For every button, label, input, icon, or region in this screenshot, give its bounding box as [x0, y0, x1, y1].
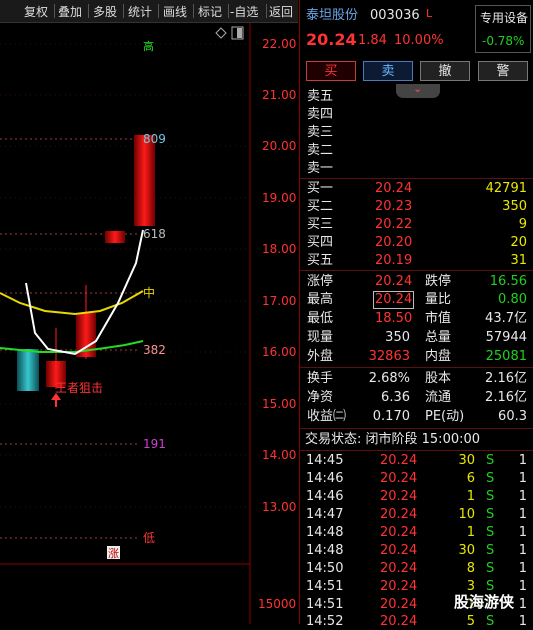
annotation-wangzhe: 王者狙击 [55, 381, 103, 395]
marker-mid: 中 [143, 285, 155, 300]
sector-name: 专用设备 [480, 11, 529, 25]
marker-191: 191 [143, 437, 166, 451]
trade-status: 交易状态: 闭市阶段 15:00:00 [305, 432, 481, 447]
axis-label: 17.00 [262, 294, 296, 308]
toolbar-tongji[interactable]: 统计 [128, 3, 152, 20]
candle-red-4 [134, 135, 155, 226]
bid-price: 20.20 [375, 235, 413, 250]
watermark: 股海游侠 [454, 593, 515, 611]
toolbar-fuquan[interactable]: 复权 [24, 3, 48, 20]
chart-diamond-icon[interactable] [215, 27, 227, 39]
bid-price: 20.23 [375, 199, 413, 214]
bid-price: 20.22 [375, 217, 413, 232]
marker-top: 高 [143, 39, 154, 53]
bid-volume: 31 [510, 253, 527, 268]
price-axis: 22.00 21.00 20.00 19.00 18.00 17.00 16.0… [258, 37, 296, 611]
axis-label: 21.00 [262, 88, 296, 102]
ask-label: 卖五 [307, 89, 334, 104]
sell-button[interactable]: 卖 [363, 61, 413, 81]
bid-label: 买四 [307, 235, 334, 250]
bid-label: 买三 [307, 217, 334, 232]
bid-price: 20.24 [375, 181, 413, 196]
bid-label: 买五 [307, 253, 334, 268]
marker-618: 618 [143, 227, 166, 241]
price-change-pct: 10.00% [394, 33, 444, 48]
toolbar-zixuan[interactable]: -自选 [230, 3, 258, 20]
collapse-tab[interactable]: ⌄ [396, 82, 440, 98]
axis-label: 14.00 [262, 448, 296, 462]
bid-volume: 350 [502, 199, 527, 214]
kline-chart[interactable]: 高 809 618 中 382 191 低 王者狙击 涨 22.00 21.00… [0, 23, 298, 624]
chart-window-icon[interactable] [231, 26, 244, 40]
sector-box[interactable]: 专用设备 -0.78% [475, 5, 531, 53]
axis-label: 20.00 [262, 139, 296, 153]
marker-382: 382 [143, 343, 166, 357]
toolbar-duogu[interactable]: 多股 [93, 3, 117, 20]
buy-button[interactable]: 买 [306, 61, 356, 81]
bid-price: 20.19 [375, 253, 413, 268]
bid-label: 买二 [307, 199, 334, 214]
bid-volume: 9 [518, 217, 527, 232]
stock-name: 泰坦股份 [306, 8, 359, 23]
bid-volume: 42791 [485, 181, 527, 196]
candle-cyan [17, 349, 39, 391]
chart-toolbar: 复权 叠加 多股 统计 画线 标记 -自选 返回 [0, 0, 298, 23]
toolbar-biaoji[interactable]: 标记 [198, 3, 222, 20]
axis-label: 16.00 [262, 345, 296, 359]
toolbar-huaxian[interactable]: 画线 [163, 3, 187, 20]
ask-label: 卖四 [307, 107, 334, 122]
bid-label: 买一 [307, 181, 334, 196]
l-marker: L [426, 7, 433, 20]
candle-red-3 [105, 231, 125, 243]
bid-volume: 20 [510, 235, 527, 250]
svg-text:涨: 涨 [108, 547, 119, 560]
rise-badge: 涨 [107, 546, 120, 560]
axis-label: 18.00 [262, 242, 296, 256]
axis-label: 13.00 [262, 500, 296, 514]
marker-low: 低 [143, 531, 155, 545]
cancel-button[interactable]: 撤 [420, 61, 470, 81]
toolbar-diejia[interactable]: 叠加 [58, 3, 82, 20]
axis-label: 15000 [258, 597, 296, 611]
price-change: 1.84 [358, 33, 387, 48]
axis-label: 15.00 [262, 397, 296, 411]
ask-label: 卖三 [307, 125, 334, 140]
stock-code: 003036 [370, 8, 420, 23]
sector-change: -0.78% [482, 34, 525, 48]
toolbar-fanhui[interactable]: 返回 [269, 3, 293, 20]
alert-button[interactable]: 警 [478, 61, 528, 81]
axis-label: 19.00 [262, 191, 296, 205]
buy-arrow-icon [51, 393, 61, 407]
ask-label: 卖二 [307, 143, 334, 158]
candle-red-1 [46, 328, 66, 389]
marker-809: 809 [143, 132, 166, 146]
last-price: 20.24 [306, 30, 357, 49]
ask-label: 卖一 [307, 161, 334, 176]
quote-panel: 泰坦股份 003036 L 专用设备 -0.78% 20.24 1.84 10.… [299, 0, 533, 629]
axis-label: 22.00 [262, 37, 296, 51]
chevron-down-icon: ⌄ [413, 82, 423, 95]
